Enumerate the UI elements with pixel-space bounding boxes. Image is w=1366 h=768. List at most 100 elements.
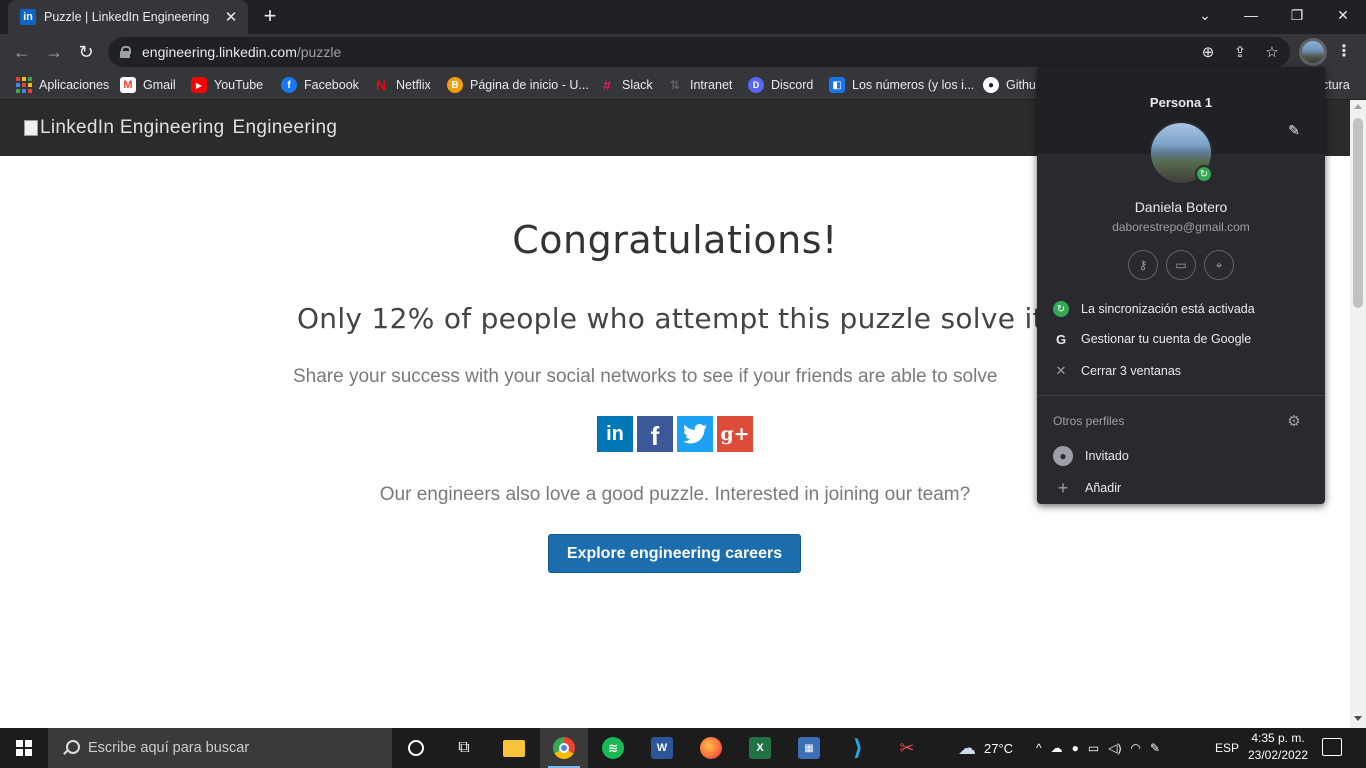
forward-arrow-icon[interactable]: → xyxy=(41,40,67,64)
bookmark-label: YouTube xyxy=(214,78,264,92)
passwords-key-icon[interactable]: ⚷ xyxy=(1128,250,1158,280)
bookmark-star-icon[interactable]: ☆ xyxy=(1263,44,1281,62)
cortana-button[interactable] xyxy=(392,728,440,768)
add-profile-item[interactable]: + Añadir xyxy=(1037,473,1325,503)
reload-icon[interactable]: ↻ xyxy=(73,40,99,64)
excel-icon: X xyxy=(749,737,771,759)
taskbar-firefox[interactable] xyxy=(687,728,735,768)
bookmark-label: Netflix xyxy=(396,78,431,92)
bookmark-youtube[interactable]: ▶ YouTube xyxy=(191,75,263,95)
vscode-icon: ⟩ xyxy=(852,735,864,760)
taskbar-search-box[interactable]: Escribe aquí para buscar xyxy=(48,728,392,768)
intranet-icon: ⇅ xyxy=(669,78,681,92)
profile-avatar-button[interactable] xyxy=(1299,38,1327,66)
scroll-thumb[interactable] xyxy=(1353,118,1363,308)
chrome-menu-icon[interactable]: ⋮ xyxy=(1334,42,1354,62)
taskbar-clock[interactable]: 4:35 p. m. 23/02/2022 xyxy=(1242,730,1314,764)
taskbar-file-explorer[interactable] xyxy=(490,728,538,768)
bookmark-discord[interactable]: D Discord xyxy=(748,75,813,95)
home-page-icon: B xyxy=(447,77,463,93)
sync-icon: ↻ xyxy=(1053,301,1069,317)
bookmark-los-numeros[interactable]: ◧ Los números (y los i... xyxy=(829,75,974,95)
gmail-icon: M xyxy=(120,77,136,93)
tab-search-chevron-icon[interactable]: ⌄ xyxy=(1182,0,1228,30)
bookmark-partial[interactable]: ctura xyxy=(1322,75,1350,95)
restore-button[interactable]: ❐ xyxy=(1274,0,1320,30)
lock-icon[interactable] xyxy=(120,46,131,58)
scroll-up-arrow-icon[interactable] xyxy=(1354,104,1362,109)
guest-profile-item[interactable]: ● Invitado xyxy=(1037,441,1325,471)
bookmark-netflix[interactable]: N Netflix xyxy=(373,75,431,95)
address-bar[interactable]: engineering.linkedin.com/puzzle ⊕ ⇪ ☆ xyxy=(108,37,1290,67)
show-hidden-icons-chevron-icon[interactable]: ^ xyxy=(1036,741,1042,755)
taskbar-spotify[interactable]: ≋ xyxy=(589,728,637,768)
bookmark-intranet[interactable]: ⇅ Intranet xyxy=(667,75,732,95)
browser-tab[interactable]: in Puzzle | LinkedIn Engineering ✕ xyxy=(8,0,248,34)
close-x-icon: ✕ xyxy=(1055,363,1067,378)
firefox-icon xyxy=(700,737,722,759)
bookmark-facebook[interactable]: f Facebook xyxy=(281,75,359,95)
taskbar-word[interactable]: W xyxy=(638,728,686,768)
scroll-down-arrow-icon[interactable] xyxy=(1354,716,1362,721)
edit-pencil-icon[interactable]: ✎ xyxy=(1285,122,1303,140)
task-view-button[interactable]: ⧉ xyxy=(440,728,488,768)
bookmark-aplicaciones[interactable]: Aplicaciones xyxy=(16,75,109,95)
close-window-button[interactable]: ✕ xyxy=(1320,0,1366,30)
tab-close-icon[interactable]: ✕ xyxy=(222,8,240,26)
google-plus-share-icon[interactable]: g+ xyxy=(717,416,753,452)
taskbar-vscode[interactable]: ⟩ xyxy=(834,728,882,768)
bookmark-pagina-inicio[interactable]: B Página de inicio - U... xyxy=(447,75,589,95)
payment-card-icon[interactable]: ▭ xyxy=(1166,250,1196,280)
windows-taskbar: Escribe aquí para buscar ⧉ ≋ W X ▦ ⟩ ✂ ☁… xyxy=(0,728,1366,768)
page-scrollbar[interactable] xyxy=(1350,100,1366,728)
start-button[interactable] xyxy=(0,728,48,768)
back-arrow-icon[interactable]: ← xyxy=(9,40,35,64)
bookmark-slack[interactable]: # Slack xyxy=(599,75,652,95)
facebook-share-icon[interactable]: f xyxy=(637,416,673,452)
facebook-icon: f xyxy=(281,77,297,93)
mic-icon[interactable]: ● xyxy=(1072,741,1079,755)
addresses-pin-icon[interactable]: ⌖ xyxy=(1204,250,1234,280)
github-icon: ● xyxy=(983,77,999,93)
add-label: Añadir xyxy=(1085,481,1122,495)
manage-label: Gestionar tu cuenta de Google xyxy=(1081,332,1252,346)
windows-logo-icon xyxy=(16,740,32,756)
twitter-share-icon[interactable] xyxy=(677,416,713,452)
wifi-icon[interactable]: ◠ xyxy=(1130,741,1140,755)
sync-status-item[interactable]: ↻ La sincronización está activada xyxy=(1037,294,1325,324)
youtube-icon: ▶ xyxy=(191,77,207,93)
taskbar-chrome[interactable] xyxy=(540,728,588,768)
manage-profiles-gear-icon[interactable]: ⚙ xyxy=(1285,412,1303,430)
weather-temp: 27°C xyxy=(984,740,1014,756)
broken-image-icon xyxy=(24,120,38,136)
netflix-icon: N xyxy=(375,77,387,93)
minimize-button[interactable]: — xyxy=(1228,0,1274,30)
pen-icon[interactable]: ✎ xyxy=(1150,741,1160,755)
taskbar-excel[interactable]: X xyxy=(736,728,784,768)
linkedin-share-icon[interactable]: in xyxy=(597,416,633,452)
taskbar-snipping-tool[interactable]: ✂ xyxy=(883,728,931,768)
input-language[interactable]: ESP xyxy=(1215,728,1239,768)
manage-google-account-item[interactable]: G Gestionar tu cuenta de Google xyxy=(1037,324,1325,354)
share-icon[interactable]: ⇪ xyxy=(1231,44,1249,62)
volume-icon[interactable]: ◁) xyxy=(1108,741,1121,755)
bookmark-label: Gmail xyxy=(143,78,176,92)
taskbar-network-app[interactable]: ▦ xyxy=(785,728,833,768)
battery-icon[interactable]: ▭ xyxy=(1088,741,1099,755)
search-placeholder: Escribe aquí para buscar xyxy=(88,740,250,756)
explore-careers-button[interactable]: Explore engineering careers xyxy=(548,534,801,573)
bookmark-label: Facebook xyxy=(304,78,359,92)
linkedin-favicon-icon: in xyxy=(20,9,36,25)
new-tab-button[interactable]: + xyxy=(258,5,282,29)
weather-widget[interactable]: ☁ 27°C xyxy=(958,728,1013,768)
bookmark-gmail[interactable]: M Gmail xyxy=(120,75,176,95)
profile-menu-title: Persona 1 xyxy=(1149,95,1213,110)
close-windows-item[interactable]: ✕ Cerrar 3 ventanas xyxy=(1037,356,1325,386)
site-logo[interactable]: LinkedIn Engineering Engineering xyxy=(24,117,337,139)
zoom-icon[interactable]: ⊕ xyxy=(1199,44,1217,62)
tab-strip: in Puzzle | LinkedIn Engineering ✕ + ⌄ —… xyxy=(0,0,1366,34)
bookmark-github[interactable]: ● Githu xyxy=(983,75,1036,95)
guest-label: Invitado xyxy=(1085,449,1129,463)
notification-center-icon[interactable] xyxy=(1322,738,1342,756)
onedrive-cloud-icon[interactable]: ☁ xyxy=(1051,741,1063,755)
